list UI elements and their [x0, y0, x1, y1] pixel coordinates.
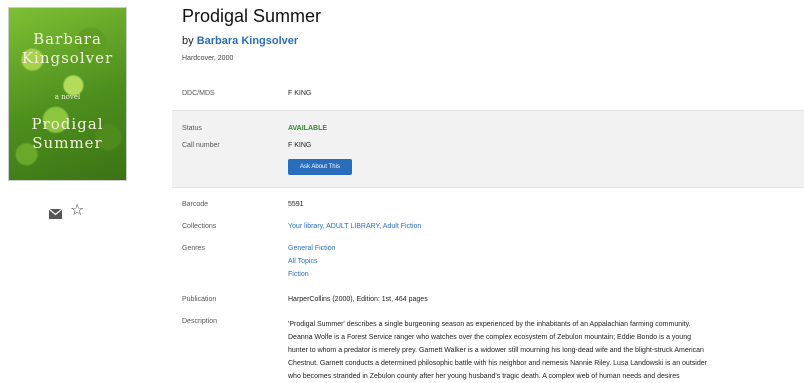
ddc-row: DDC/MDS F KING [182, 90, 482, 100]
ask-about-this-button[interactable]: Ask About This [288, 159, 352, 175]
status-label: Status [182, 125, 202, 132]
ddc-value: F KING [288, 90, 312, 97]
description-line: Deanna Wolfe is a Forest Service ranger … [288, 334, 691, 341]
cover-author-text: Barbara Kingsolver [21, 30, 114, 67]
collections-label: Collections [182, 223, 217, 230]
cover-subtitle-text: a novel [54, 93, 81, 101]
description-line: hunter to whom a predator is merely prey… [288, 347, 704, 354]
genres-label: Genres [182, 245, 205, 252]
description-text: 'Prodigal Summer' describes a single bur… [288, 318, 800, 383]
availability-panel: Status AVAILABLE Call number F KING Ask … [172, 110, 804, 188]
cover-actions: ☆ [48, 203, 84, 219]
ddc-label: DDC/MDS [182, 90, 215, 97]
byline: by Barbara Kingsolver [182, 35, 298, 47]
genre-link[interactable]: All Topics [288, 258, 317, 265]
call-number-label: Call number [182, 142, 220, 149]
genre-link[interactable]: Fiction [288, 271, 309, 278]
description-line: 'Prodigal Summer' describes a single bur… [288, 321, 691, 328]
barcode-value: 5591 [288, 201, 304, 208]
publication-value: HarperCollins (2000), Edition: 1st, 464 … [288, 296, 428, 303]
cover-title-text: Prodigal Summer [31, 115, 104, 152]
genre-link[interactable]: General Fiction [288, 245, 335, 252]
barcode-label: Barcode [182, 201, 209, 208]
star-outline-icon[interactable]: ☆ [70, 203, 84, 219]
format-text: Hardcover, 2000 [182, 55, 234, 62]
book-title: Prodigal Summer [182, 6, 322, 26]
author-link[interactable]: Barbara Kingsolver [197, 35, 298, 47]
description-label: Description [182, 318, 218, 325]
collections-link[interactable]: Your library, ADULT LIBRARY, Adult Ficti… [288, 223, 421, 230]
description-line: Chestnut. Garnett conducts a determined … [288, 360, 707, 367]
status-value: AVAILABLE [288, 125, 328, 132]
publication-label: Publication [182, 296, 217, 303]
byline-prefix: by [182, 35, 194, 47]
book-cover[interactable]: Barbara Kingsolver a novel Prodigal Summ… [9, 8, 126, 180]
call-number-value: F KING [288, 142, 312, 149]
envelope-icon[interactable] [48, 206, 63, 219]
